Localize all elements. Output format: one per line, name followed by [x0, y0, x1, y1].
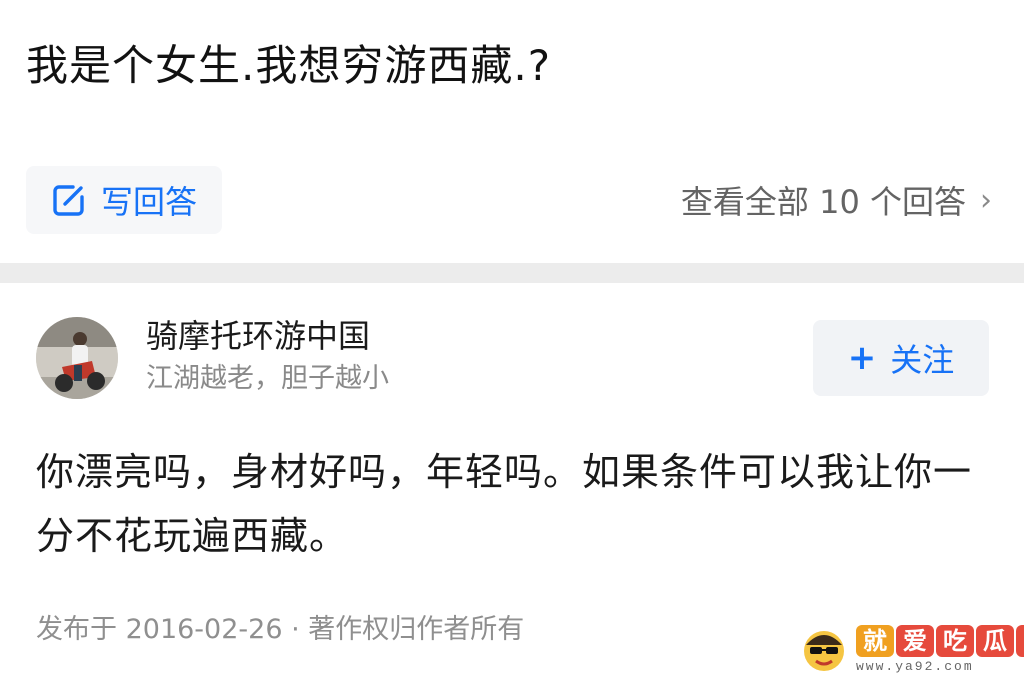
watermark-url: www.ya92.com [856, 659, 974, 674]
question-title: 我是个女生.我想穷游西藏.? [26, 41, 551, 90]
answer-content[interactable]: 你漂亮吗，身材好吗，年轻吗。如果条件可以我让你一分不花玩遍西藏。 [36, 440, 996, 568]
avatar[interactable] [36, 317, 118, 399]
write-answer-label: 写回答 [100, 183, 197, 221]
plus-icon: + [847, 338, 877, 378]
view-all-label: 查看全部 10 个回答 [680, 183, 966, 221]
watermark-char: 网 [1016, 625, 1024, 657]
view-all-answers-link[interactable]: 查看全部 10 个回答 › [681, 174, 992, 226]
mascot-icon [798, 623, 850, 675]
follow-label: 关注 [890, 341, 955, 379]
site-watermark: 就 爱 吃 瓜 网 www.ya92.com [798, 622, 1024, 676]
watermark-char: 瓜 [976, 625, 1014, 657]
answer-meta: 发布于 2016-02-26 · 著作权归作者所有 [36, 614, 525, 645]
follow-button[interactable]: + 关注 [813, 320, 989, 396]
author-name[interactable]: 骑摩托环游中国 [146, 314, 370, 358]
watermark-char: 爱 [896, 625, 934, 657]
write-answer-button[interactable]: 写回答 [26, 166, 222, 234]
author-bio: 江湖越老，胆子越小 [146, 363, 389, 394]
chevron-right-icon: › [980, 182, 992, 218]
watermark-char: 就 [856, 625, 894, 657]
section-divider [0, 263, 1024, 283]
edit-icon [51, 182, 87, 218]
watermark-char: 吃 [936, 625, 974, 657]
